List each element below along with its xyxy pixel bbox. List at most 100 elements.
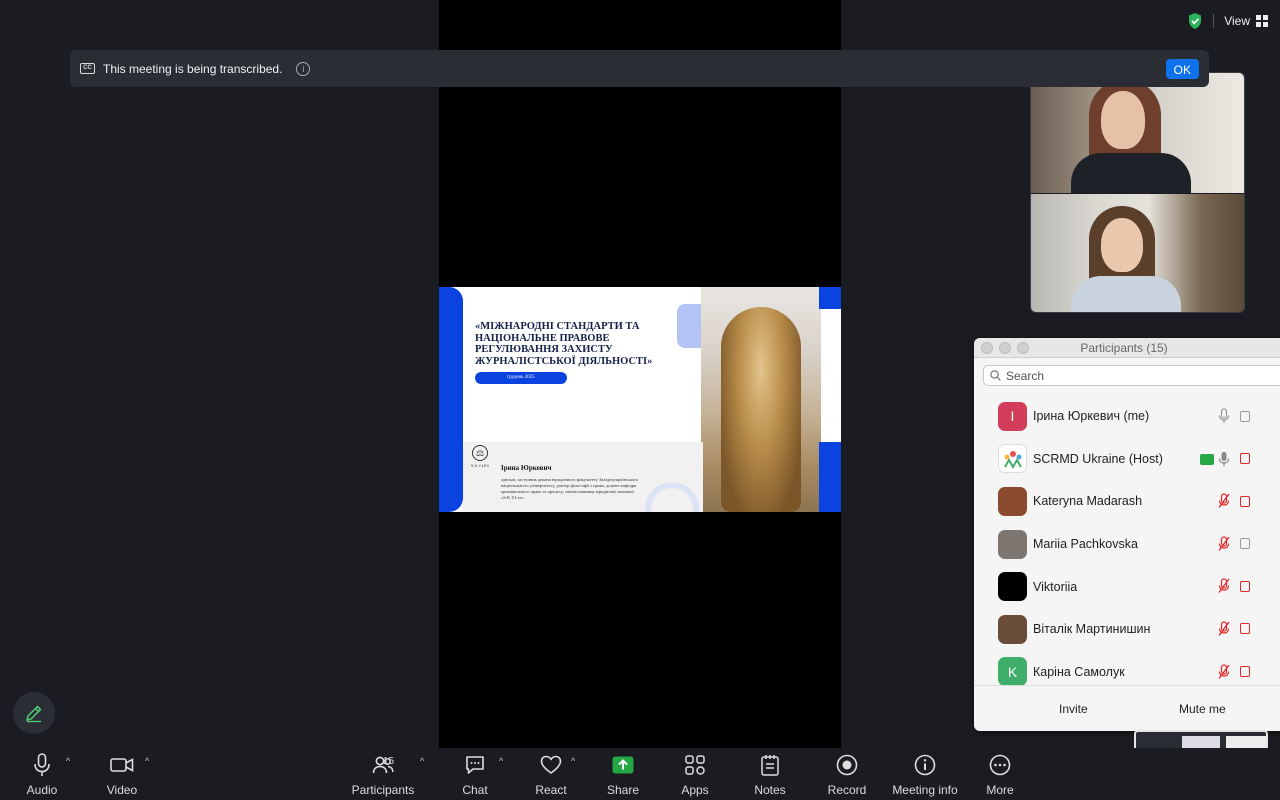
pen-icon [25, 705, 42, 723]
video-off-icon[interactable] [1240, 666, 1250, 678]
record-button[interactable]: Record [827, 748, 867, 800]
microphone-muted-icon[interactable] [1218, 578, 1230, 594]
minimize-window-button[interactable] [999, 342, 1011, 354]
top-right-controls: View [1187, 12, 1268, 30]
presentation-slide: «МІЖНАРОДНІ СТАНДАРТИ ТА НАЦІОНАЛЬНЕ ПРА… [439, 287, 841, 512]
video-thumbnails[interactable] [1030, 72, 1245, 313]
notes-icon [761, 755, 779, 776]
notes-button[interactable]: Notes [753, 748, 787, 800]
participant-name: Віталік Мартинишин [1033, 622, 1151, 637]
video-off-icon[interactable] [1240, 453, 1250, 465]
ok-button[interactable]: OK [1165, 59, 1199, 79]
notes-label: Notes [754, 783, 786, 797]
video-icon[interactable] [1240, 538, 1250, 550]
view-label: View [1224, 14, 1250, 28]
participant-row[interactable]: Kateryna Madarash [974, 480, 1280, 523]
zoom-window-button[interactable] [1017, 342, 1029, 354]
audio-button[interactable]: Audio [26, 748, 58, 800]
shield-check-icon[interactable] [1187, 12, 1203, 30]
panel-title: Participants (15) [1080, 341, 1168, 355]
company-logo: ⚖ S.K.Y.LEX [467, 445, 493, 475]
meeting-info-label: Meeting info [892, 783, 958, 797]
participant-list: I Ірина Юркевич (me) SCRMD Ukraine (Host… [974, 395, 1280, 693]
slide-date: грудень 2025 [475, 372, 567, 384]
meeting-info-button[interactable]: Meeting info [892, 748, 958, 800]
avatar [998, 614, 1027, 644]
heart-icon [540, 755, 562, 774]
search-icon [990, 370, 1001, 381]
avatar [998, 444, 1027, 474]
banner-text: This meeting is being transcribed. [103, 61, 283, 76]
record-icon [836, 754, 858, 776]
share-label: Share [606, 783, 640, 797]
slide-right-bar-bottom [819, 442, 841, 512]
microphone-muted-icon[interactable] [1218, 493, 1230, 509]
speaker-name: Ірина Юркевич [501, 464, 552, 472]
microphone-muted-icon[interactable] [1218, 663, 1230, 680]
mute-me-button[interactable]: Mute me [1169, 698, 1236, 720]
closed-caption-icon: CC [80, 63, 95, 74]
chevron-up-icon[interactable]: ^ [145, 756, 149, 766]
avatar: K [998, 657, 1027, 687]
info-icon[interactable]: i [296, 61, 311, 76]
invite-button[interactable]: Invite [1049, 698, 1098, 720]
microphone-icon[interactable] [1218, 451, 1230, 467]
chevron-up-icon[interactable]: ^ [66, 756, 70, 766]
audio-label: Audio [26, 783, 58, 797]
share-button[interactable]: Share [606, 748, 640, 800]
video-camera-icon [110, 758, 134, 772]
info-icon [914, 754, 936, 776]
panel-footer: Invite Mute me [974, 685, 1280, 731]
view-button[interactable]: View [1224, 14, 1268, 28]
video-off-icon[interactable] [1240, 580, 1250, 592]
microphone-muted-icon[interactable] [1218, 536, 1230, 552]
screen-share-icon [1200, 453, 1214, 465]
video-button[interactable]: Video [106, 748, 138, 800]
avatar [998, 572, 1027, 602]
more-button[interactable]: More [984, 748, 1016, 800]
chevron-up-icon[interactable]: ^ [499, 756, 503, 766]
video-off-icon[interactable] [1240, 495, 1250, 507]
participant-name: Viktoriia [1033, 579, 1078, 594]
participant-row[interactable]: I Ірина Юркевич (me) [974, 395, 1280, 438]
slide-right-bar-top [819, 287, 841, 309]
apps-icon [685, 755, 705, 775]
chat-button[interactable]: Chat [460, 748, 490, 800]
participants-label: Participants [351, 783, 415, 797]
statue-image [701, 287, 821, 512]
divider [1213, 14, 1215, 28]
grid-view-icon [1256, 15, 1268, 27]
microphone-muted-icon[interactable] [1218, 621, 1230, 637]
participants-button[interactable]: 15 Participants [350, 748, 416, 800]
video-off-icon[interactable] [1240, 623, 1250, 635]
speaker-bio: адвокат, заступник декана юридичного фак… [501, 477, 639, 500]
annotate-button[interactable] [13, 692, 55, 734]
participant-search-input[interactable]: Search [983, 365, 1280, 386]
participant-row[interactable]: SCRMD Ukraine (Host) [974, 438, 1280, 481]
slide-left-bar [439, 287, 463, 512]
chevron-up-icon[interactable]: ^ [420, 756, 424, 766]
avatar: I [998, 401, 1027, 431]
participant-row[interactable]: Віталік Мартинишин [974, 608, 1280, 651]
participant-row[interactable]: Mariia Pachkovska [974, 523, 1280, 566]
chat-icon [466, 756, 484, 774]
participant-row[interactable]: Viktoriia [974, 565, 1280, 608]
slide-title: «МІЖНАРОДНІ СТАНДАРТИ ТА НАЦІОНАЛЬНЕ ПРА… [475, 321, 653, 367]
react-label: React [535, 783, 567, 797]
apps-button[interactable]: Apps [680, 748, 710, 800]
microphone-icon[interactable] [1218, 408, 1230, 424]
participant-name: Mariia Pachkovska [1033, 537, 1138, 552]
participant-count: 15 [383, 756, 395, 767]
participant-name: Ірина Юркевич (me) [1033, 409, 1150, 424]
react-button[interactable]: React [534, 748, 568, 800]
apps-label: Apps [681, 783, 709, 797]
record-label: Record [827, 783, 867, 797]
video-icon[interactable] [1240, 410, 1250, 422]
close-window-button[interactable] [981, 342, 993, 354]
chevron-up-icon[interactable]: ^ [571, 756, 575, 766]
chat-label: Chat [462, 783, 488, 797]
participant-video[interactable] [1031, 73, 1244, 193]
search-placeholder: Search [1006, 368, 1045, 383]
avatar [998, 529, 1027, 559]
participant-video[interactable] [1031, 193, 1244, 312]
